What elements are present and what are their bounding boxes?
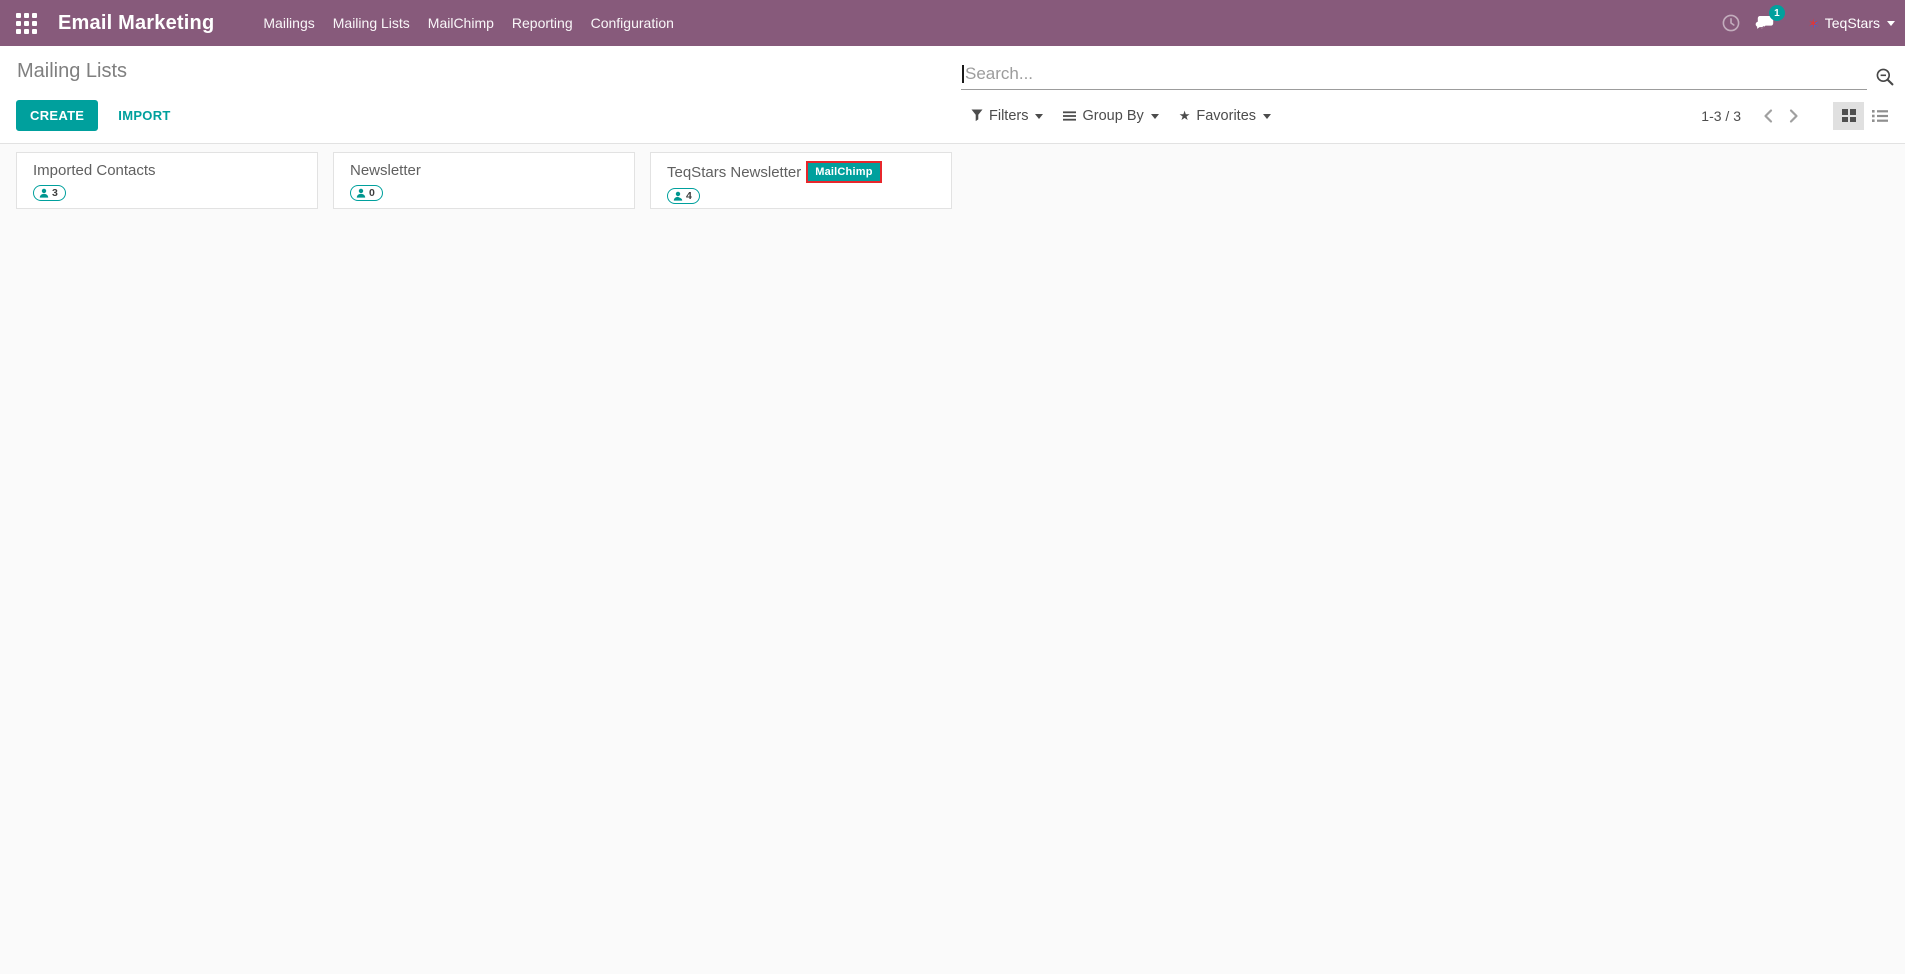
group-by-dropdown[interactable]: Group By: [1053, 104, 1168, 128]
menu-item-mailing-lists[interactable]: Mailing Lists: [324, 0, 419, 46]
card-name: Imported Contacts: [33, 161, 156, 180]
user-menu[interactable]: ✶ TeqStars: [1808, 15, 1895, 31]
pager: 1-3 / 3: [1701, 103, 1807, 129]
filters-dropdown[interactable]: Filters: [961, 104, 1053, 128]
person-icon: [673, 191, 683, 201]
favorites-label: Favorites: [1196, 108, 1256, 124]
contact-count-pill: 0: [350, 185, 383, 201]
kanban-view: Imported Contacts 3 Newsletter 0: [0, 144, 1905, 974]
clock-icon: [1721, 13, 1741, 33]
top-nav: Mailings Mailing Lists MailChimp Reporti…: [254, 0, 683, 46]
kanban-view-icon: [1842, 109, 1856, 122]
messages-button[interactable]: 1: [1748, 0, 1782, 46]
search-options-button[interactable]: [1875, 67, 1895, 87]
star-logo-icon: ✶: [1808, 17, 1819, 30]
chevron-left-icon: [1762, 108, 1774, 124]
messages-count-badge: 1: [1769, 5, 1785, 21]
magnifier-minus-icon: [1875, 67, 1895, 87]
contact-count: 4: [686, 190, 692, 202]
mailchimp-tag-highlight-box: MailChimp: [806, 161, 881, 183]
caret-down-icon: [1263, 114, 1271, 119]
search-options-row: Filters Group By ★ Favorites 1-3 / 3: [961, 100, 1897, 131]
mailing-list-card-imported-contacts[interactable]: Imported Contacts 3: [16, 152, 318, 209]
topbar-right: 1 ✶ TeqStars: [1714, 0, 1895, 46]
group-by-bars-icon: [1063, 110, 1076, 122]
pager-range: 1-3 / 3: [1701, 108, 1741, 124]
menu-item-mailings[interactable]: Mailings: [254, 0, 323, 46]
user-name: TeqStars: [1825, 15, 1880, 31]
contact-count: 3: [52, 187, 58, 199]
card-name: TeqStars Newsletter: [667, 163, 801, 182]
menu-item-reporting[interactable]: Reporting: [503, 0, 582, 46]
list-view-button[interactable]: [1864, 102, 1895, 130]
view-switcher: [1833, 102, 1895, 130]
list-view-icon: [1872, 109, 1888, 123]
text-cursor: [962, 65, 964, 83]
contact-count: 0: [369, 187, 375, 199]
search-input[interactable]: [961, 62, 1867, 90]
create-button[interactable]: CREATE: [16, 100, 98, 131]
card-name: Newsletter: [350, 161, 421, 180]
star-icon: ★: [1179, 109, 1191, 122]
contact-count-pill: 3: [33, 185, 66, 201]
mailing-list-card-newsletter[interactable]: Newsletter 0: [333, 152, 635, 209]
person-icon: [356, 188, 366, 198]
caret-down-icon: [1151, 114, 1159, 119]
menu-item-mailchimp[interactable]: MailChimp: [419, 0, 503, 46]
group-by-label: Group By: [1082, 108, 1143, 124]
caret-down-icon: [1035, 114, 1043, 119]
person-icon: [39, 188, 49, 198]
mailing-list-card-teqstars-newsletter[interactable]: TeqStars Newsletter MailChimp 4: [650, 152, 952, 209]
control-panel: Mailing Lists CREATE IMPORT Filters: [0, 46, 1905, 144]
import-button[interactable]: IMPORT: [104, 100, 184, 131]
app-title[interactable]: Email Marketing: [58, 12, 214, 35]
contact-count-pill: 4: [667, 188, 700, 204]
mailing-list-cards: Imported Contacts 3 Newsletter 0: [16, 152, 1889, 209]
activities-button[interactable]: [1714, 0, 1748, 46]
search-bar: [961, 56, 1897, 90]
menu-item-configuration[interactable]: Configuration: [582, 0, 683, 46]
chevron-down-icon: [1887, 21, 1895, 26]
pager-next-button[interactable]: [1781, 103, 1807, 129]
kanban-view-button[interactable]: [1833, 102, 1864, 130]
apps-grid-icon: [16, 13, 37, 34]
chevron-right-icon: [1788, 108, 1800, 124]
action-buttons: CREATE IMPORT: [16, 100, 961, 131]
filter-funnel-icon: [971, 109, 983, 122]
favorites-dropdown[interactable]: ★ Favorites: [1169, 104, 1281, 128]
page-title: Mailing Lists: [17, 58, 961, 90]
filters-label: Filters: [989, 108, 1028, 124]
topbar: Email Marketing Mailings Mailing Lists M…: [0, 0, 1905, 46]
pager-previous-button[interactable]: [1755, 103, 1781, 129]
mailchimp-tag: MailChimp: [808, 163, 879, 181]
apps-menu-button[interactable]: [8, 5, 44, 41]
